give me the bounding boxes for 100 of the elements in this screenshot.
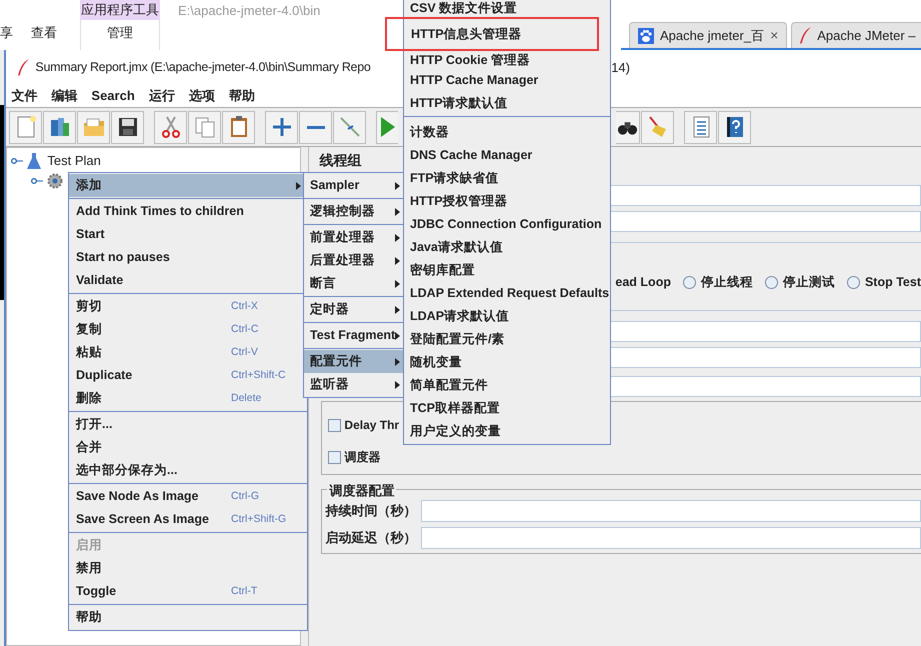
menu-item[interactable]: HTTP授权管理器 bbox=[404, 190, 610, 213]
radio-option[interactable]: Stop Test bbox=[846, 272, 921, 292]
toolbar-button[interactable] bbox=[616, 110, 640, 144]
menu-item[interactable]: 复制 Ctrl-C bbox=[69, 318, 307, 341]
tree-node-label[interactable]: Test Plan bbox=[47, 151, 101, 171]
menu-item[interactable]: TCP取样器配置 bbox=[404, 397, 610, 420]
menu-item[interactable]: 粘贴 Ctrl-V bbox=[69, 341, 307, 364]
submenu-arrow-icon bbox=[395, 358, 400, 366]
menu-item[interactable]: 逻辑控制器 bbox=[304, 200, 403, 223]
menu-item[interactable]: Test Fragment bbox=[304, 324, 403, 347]
menu-item[interactable]: 随机变量 bbox=[404, 351, 610, 374]
menu-item[interactable]: 密钥库配置 bbox=[404, 259, 610, 282]
menu-item[interactable]: 帮助 bbox=[69, 606, 307, 629]
menu-item[interactable]: 剪切 Ctrl-X bbox=[69, 295, 307, 318]
menu-item[interactable]: Start no pauses bbox=[69, 246, 307, 269]
menu-item[interactable]: HTTP Cookie 管理器 bbox=[404, 51, 610, 69]
checkbox-option[interactable]: Delay Thr bbox=[328, 416, 400, 434]
menu-item[interactable]: 配置元件 bbox=[304, 350, 403, 373]
gear-icon bbox=[47, 173, 64, 189]
menu-item[interactable]: DNS Cache Manager bbox=[404, 144, 610, 167]
menu-item[interactable]: 简单配置元件 bbox=[404, 374, 610, 397]
text-field[interactable] bbox=[421, 527, 921, 549]
browser-tab[interactable]: Apache JMeter – bbox=[791, 22, 921, 48]
submenu-arrow-icon bbox=[395, 234, 400, 242]
minus-icon bbox=[306, 126, 325, 128]
checkbox[interactable] bbox=[328, 450, 342, 464]
shortcut-text: Ctrl-V bbox=[231, 344, 259, 360]
feather-icon bbox=[18, 59, 30, 76]
menu-item[interactable]: 断言 bbox=[304, 272, 403, 295]
menu-item[interactable]: 计数器 bbox=[404, 121, 610, 144]
menu-item[interactable]: Java请求默认值 bbox=[404, 236, 610, 259]
menu-item[interactable]: Start bbox=[69, 223, 307, 246]
browser-tab[interactable]: Apache jmeter_百 × bbox=[629, 22, 788, 48]
toolbar-button[interactable] bbox=[718, 110, 752, 144]
menu-item[interactable]: 编辑 bbox=[51, 86, 78, 106]
menu-item[interactable]: HTTP信息头管理器 bbox=[385, 17, 599, 51]
tab-title: Apache jmeter_百 bbox=[660, 26, 764, 45]
ribbon-tab[interactable]: 享 bbox=[0, 22, 13, 42]
submenu-arrow-icon bbox=[395, 380, 400, 388]
radio-option[interactable]: 停止线程 bbox=[682, 272, 753, 292]
checkbox[interactable] bbox=[328, 418, 342, 432]
submenu-arrow-icon bbox=[395, 182, 400, 190]
plus-icon bbox=[272, 118, 291, 136]
shortcut-text: Ctrl-G bbox=[231, 488, 260, 504]
checkbox-option[interactable]: 调度器 bbox=[328, 448, 380, 466]
menu-item[interactable]: Validate bbox=[69, 269, 307, 292]
menu-item[interactable]: 合并 bbox=[69, 436, 307, 459]
submenu-arrow-icon bbox=[395, 332, 400, 340]
feather-icon bbox=[800, 27, 812, 44]
menu-item[interactable]: HTTP Cache Manager bbox=[404, 69, 610, 92]
menu-item[interactable]: 选项 bbox=[188, 86, 215, 106]
menu-item[interactable]: LDAP Extended Request Defaults bbox=[404, 282, 610, 305]
menu-item[interactable]: Search bbox=[91, 86, 135, 106]
shortcut-text: Ctrl+Shift-G bbox=[231, 512, 288, 527]
panel-title: 线程组 bbox=[319, 151, 362, 169]
submenu-arrow-icon bbox=[395, 208, 400, 216]
menu-item[interactable]: HTTP请求默认值 bbox=[404, 92, 610, 115]
menu-item[interactable]: 监听器 bbox=[304, 373, 403, 396]
menu-item[interactable]: CSV 数据文件设置 bbox=[404, 0, 610, 17]
option-label: ead Loop bbox=[615, 274, 671, 291]
menu-item[interactable]: 打开... bbox=[69, 413, 307, 436]
radio-option[interactable]: 停止测试 bbox=[764, 272, 835, 292]
menu-item[interactable]: 用户定义的变量 bbox=[404, 420, 610, 443]
tree-handle-icon bbox=[11, 158, 24, 164]
menu-item[interactable]: 文件 bbox=[11, 86, 38, 106]
menu-item[interactable]: Add Think Times to children bbox=[69, 200, 307, 223]
ribbon-tab[interactable]: 查看 bbox=[31, 22, 57, 42]
menu-item[interactable]: 选中部分保存为... bbox=[69, 459, 307, 482]
menu-item[interactable]: Toggle Ctrl-T bbox=[69, 580, 307, 603]
window-title: 14) bbox=[611, 58, 630, 77]
toolbar-button[interactable] bbox=[111, 110, 144, 144]
close-tab-button[interactable]: × bbox=[770, 25, 778, 46]
tab-title: Apache JMeter – bbox=[817, 26, 916, 45]
shortcut-text: Ctrl-C bbox=[231, 322, 260, 337]
menu-item[interactable]: 后置处理器 bbox=[304, 249, 403, 272]
menu-item[interactable]: 帮助 bbox=[228, 86, 255, 106]
menu-item[interactable]: 定时器 bbox=[304, 298, 403, 321]
submenu-arrow-icon bbox=[296, 182, 301, 190]
menu-item[interactable]: Save Node As Image Ctrl-G bbox=[69, 485, 307, 508]
menu-item[interactable]: 禁用 bbox=[69, 557, 307, 580]
paw-icon bbox=[638, 28, 654, 44]
menu-item[interactable]: Save Screen As Image Ctrl+Shift-G bbox=[69, 508, 307, 531]
submenu-arrow-icon bbox=[395, 256, 400, 264]
menu-item[interactable]: FTP请求缺省值 bbox=[404, 167, 610, 190]
copy-icon bbox=[192, 115, 217, 139]
shortcut-text: Ctrl-T bbox=[231, 584, 258, 599]
menu-item[interactable]: Sampler bbox=[304, 174, 403, 197]
menu-item[interactable]: 登陆配置元件/素 bbox=[404, 328, 610, 351]
field-label: 持续时间（秒） bbox=[325, 502, 418, 520]
menu-item[interactable]: 删除 Delete bbox=[69, 387, 307, 410]
menu-item[interactable]: 运行 bbox=[148, 86, 175, 106]
menu-item[interactable]: JDBC Connection Configuration bbox=[404, 213, 610, 236]
path-text: E:\apache-jmeter-4.0\bin bbox=[178, 2, 320, 17]
window-title: Summary Report.jmx (E:\apache-jmeter-4.0\bin\Summary Repo bbox=[35, 59, 371, 76]
menu-item[interactable]: Duplicate Ctrl+Shift-C bbox=[69, 364, 307, 387]
shortcut-text: Ctrl+Shift-C bbox=[231, 368, 287, 383]
submenu-arrow-icon bbox=[395, 306, 400, 314]
text-field[interactable] bbox=[421, 500, 921, 522]
menu-item[interactable]: 前置处理器 bbox=[304, 226, 403, 249]
menu-item[interactable]: LDAP请求默认值 bbox=[404, 305, 610, 328]
